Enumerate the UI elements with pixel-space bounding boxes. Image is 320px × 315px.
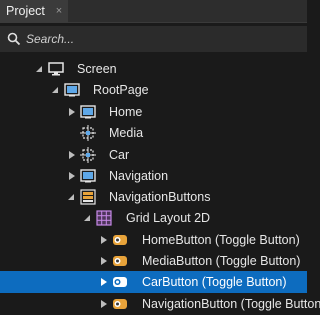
tree-item-label: Media	[109, 126, 144, 140]
close-icon[interactable]: ×	[53, 0, 65, 22]
tree-item-label: CarButton (Toggle Button)	[142, 275, 287, 289]
tree-item-label: NavigationButtons	[109, 190, 211, 204]
tree-item-rootpage[interactable]: RootPage	[0, 79, 307, 101]
collapsed-arrow-icon[interactable]	[67, 170, 77, 182]
tree-item-mediabutton[interactable]: MediaButton (Toggle Button)	[0, 250, 307, 272]
tree-item-label: Grid Layout 2D	[126, 211, 211, 225]
tree-item-home[interactable]: Home	[0, 101, 307, 123]
tree-item-label: MediaButton (Toggle Button)	[142, 254, 301, 268]
tree-item-screen[interactable]: Screen	[0, 58, 307, 80]
tree-item-navigation[interactable]: Navigation	[0, 165, 307, 187]
tree-item-label: Home	[109, 105, 143, 119]
tree-item-grid-layout-2d[interactable]: Grid Layout 2D	[0, 207, 307, 229]
tree-item-car[interactable]: Car	[0, 144, 307, 166]
page-icon	[80, 105, 96, 119]
tree-item-navigationbutton[interactable]: NavigationButton (Toggle Button)	[0, 293, 320, 315]
tab-label: Project	[6, 4, 45, 18]
tree-item-label: Screen	[77, 62, 117, 76]
panel-tab-bar: Project ×	[0, 0, 307, 23]
tree-item-label: Navigation	[109, 169, 169, 183]
grid-layout-icon	[96, 210, 112, 226]
collapsed-arrow-icon[interactable]	[99, 276, 109, 288]
tree-item-homebutton[interactable]: HomeButton (Toggle Button)	[0, 229, 307, 251]
page-icon	[80, 169, 96, 183]
search-icon	[7, 32, 21, 46]
page-icon	[64, 83, 80, 97]
tree-item-label: HomeButton (Toggle Button)	[142, 233, 300, 247]
tree-item-label: RootPage	[93, 83, 149, 97]
tree-item-label: Car	[109, 148, 130, 162]
toggle-button-icon	[113, 277, 127, 287]
collapsed-arrow-icon[interactable]	[99, 255, 109, 267]
search-bar	[0, 26, 307, 52]
screen-icon	[48, 62, 64, 76]
toggle-button-icon	[113, 299, 127, 309]
tree-item-media[interactable]: Media	[0, 122, 307, 144]
stack-layout-icon	[80, 189, 96, 205]
collapsed-arrow-icon[interactable]	[99, 234, 109, 246]
toggle-button-icon	[113, 256, 127, 266]
toggle-button-icon	[113, 235, 127, 245]
empty-node-icon	[80, 147, 96, 163]
empty-node-icon	[80, 125, 96, 141]
tree-item-navigationbuttons[interactable]: NavigationButtons	[0, 186, 307, 208]
search-input[interactable]	[26, 30, 296, 48]
expanded-arrow-icon[interactable]	[83, 212, 93, 224]
expanded-arrow-icon[interactable]	[35, 63, 45, 75]
tree-item-carbutton[interactable]: CarButton (Toggle Button)	[0, 271, 307, 293]
collapsed-arrow-icon[interactable]	[67, 106, 77, 118]
collapsed-arrow-icon[interactable]	[99, 298, 109, 310]
expanded-arrow-icon[interactable]	[67, 191, 77, 203]
collapsed-arrow-icon[interactable]	[67, 149, 77, 161]
tab-project[interactable]: Project ×	[0, 0, 68, 23]
expanded-arrow-icon[interactable]	[51, 84, 61, 96]
tree-item-label: NavigationButton (Toggle Button)	[142, 297, 320, 311]
